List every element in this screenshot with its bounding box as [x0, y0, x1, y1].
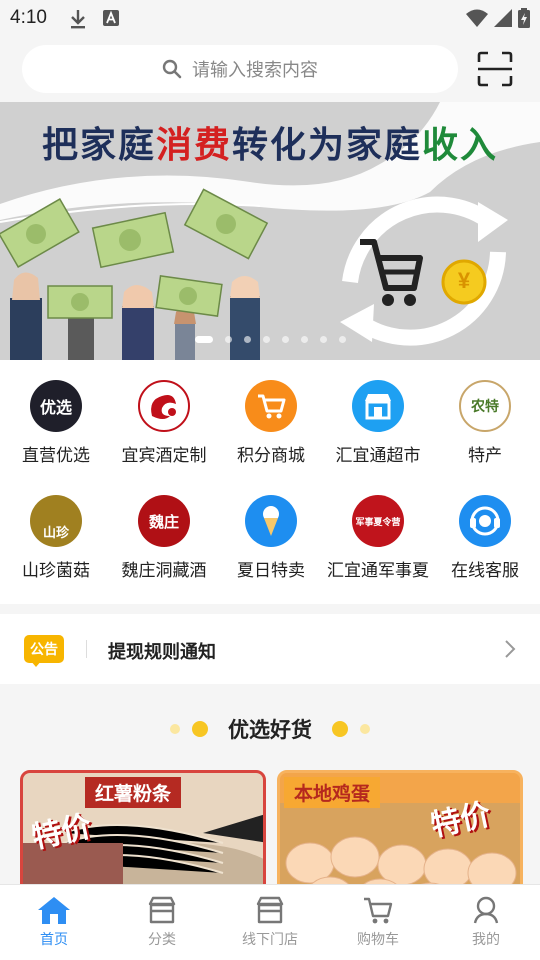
search-placeholder: 请输入搜索内容: [192, 60, 318, 80]
carousel-dot-active[interactable]: [194, 336, 213, 343]
cart-icon: [364, 897, 393, 924]
signal-icon: [494, 9, 512, 27]
category-weizhuang-wine[interactable]: 魏庄 魏庄洞藏酒: [110, 495, 218, 581]
category-label: 特产: [468, 446, 502, 465]
category-label: 山珍菌菇: [22, 561, 90, 580]
category-mushroom[interactable]: 山珍 山珍菌菇: [2, 495, 110, 581]
carousel-dot[interactable]: [262, 336, 270, 343]
category-label: 夏日特卖: [237, 561, 305, 580]
category-customer-service[interactable]: 在线客服: [431, 495, 539, 581]
status-time: 4:10: [10, 7, 47, 28]
section-header: 优选好货: [0, 712, 540, 746]
notification-a-icon: [103, 10, 119, 26]
download-icon: [71, 10, 85, 29]
notice-bar[interactable]: 公告 提现规则通知: [0, 614, 540, 684]
profile-icon: [473, 896, 499, 924]
tab-label: 我的: [472, 931, 500, 947]
category-label: 汇宜通超市: [335, 446, 421, 465]
tab-label: 分类: [148, 931, 176, 947]
wifi-icon: [466, 9, 488, 27]
wine-icon: [138, 380, 190, 432]
mushroom-icon: 山珍: [30, 495, 82, 547]
banner-carousel[interactable]: ¥ 把家庭消费转化为家庭收入: [0, 102, 540, 360]
system-icons: [466, 7, 530, 29]
category-specialty[interactable]: 农特 特产: [431, 380, 539, 466]
bottom-tab-bar: 首页 分类 线下门店 购物车 我的: [0, 884, 540, 960]
search-input[interactable]: 请输入搜索内容: [22, 45, 458, 93]
tab-offline-store[interactable]: 线下门店: [216, 885, 324, 960]
specialty-icon: 农特: [459, 380, 511, 432]
product-tag: 本地鸡蛋: [284, 777, 381, 808]
carousel-indicator: [0, 336, 540, 343]
store-icon: [256, 896, 284, 924]
supermarket-icon: [352, 380, 404, 432]
headset-icon: [459, 495, 511, 547]
carousel-dot[interactable]: [281, 336, 289, 343]
carousel-dot[interactable]: [319, 336, 327, 343]
military-camp-icon: 军事夏令营: [352, 495, 404, 547]
decor-dot: [192, 721, 208, 737]
decor-dot: [360, 724, 370, 734]
category-label: 直营优选: [22, 446, 90, 465]
category-points-mall[interactable]: 积分商城: [217, 380, 325, 466]
category-label: 宜宾酒定制: [121, 446, 207, 465]
category-icon: [148, 896, 176, 924]
decor-dot: [332, 721, 348, 737]
carousel-dot[interactable]: [338, 336, 346, 343]
tab-label: 线下门店: [242, 931, 298, 947]
banner-title-part: 转化为家庭: [232, 124, 423, 166]
category-yibin-wine[interactable]: 宜宾酒定制: [110, 380, 218, 466]
tab-cart[interactable]: 购物车: [324, 885, 432, 960]
category-direct-select[interactable]: 优选 直营优选: [2, 380, 110, 466]
banner-title-part-highlight: 消费: [155, 124, 232, 166]
status-bar: 4:10: [0, 0, 540, 38]
category-label: 汇宜通军事夏: [327, 561, 429, 580]
notice-badge-tail: [30, 660, 42, 667]
home-icon: [38, 897, 70, 924]
section-title: 优选好货: [228, 719, 312, 742]
category-label: 积分商城: [237, 446, 305, 465]
scan-icon[interactable]: [477, 51, 513, 87]
ice-cream-icon: [245, 495, 297, 547]
chevron-right-icon: [505, 640, 516, 658]
points-mall-icon: [245, 380, 297, 432]
carousel-dot[interactable]: [224, 336, 232, 343]
direct-select-icon: 优选: [30, 380, 82, 432]
decor-dot: [170, 724, 180, 734]
divider: [86, 640, 87, 658]
carousel-dot[interactable]: [243, 336, 251, 343]
tab-label: 购物车: [357, 931, 399, 947]
tab-label: 首页: [40, 931, 68, 947]
banner-title: 把家庭消费转化为家庭收入: [0, 116, 540, 168]
tab-profile[interactable]: 我的: [432, 885, 540, 960]
search-icon: [162, 59, 182, 79]
category-summer-sale[interactable]: 夏日特卖: [217, 495, 325, 581]
coin-icon: ¥: [457, 268, 471, 293]
category-supermarket[interactable]: 汇宜通超市: [324, 380, 432, 466]
banner-title-part: 把家庭: [41, 124, 156, 166]
product-tag: 红薯粉条: [85, 777, 182, 808]
notice-badge: 公告: [24, 635, 64, 663]
battery-icon: [518, 8, 530, 28]
tab-category[interactable]: 分类: [108, 885, 216, 960]
carousel-dot[interactable]: [300, 336, 308, 343]
category-label: 魏庄洞藏酒: [121, 561, 207, 580]
category-military-camp[interactable]: 军事夏令营 汇宜通军事夏: [324, 495, 432, 581]
category-label: 在线客服: [451, 561, 519, 580]
category-grid: 优选 直营优选 宜宾酒定制 积分商城 汇宜通超市 农特 特产 山珍 山珍菌菇 魏…: [0, 360, 540, 604]
banner-title-part-income: 收入: [422, 124, 499, 166]
notice-text: 提现规则通知: [108, 642, 216, 662]
weizhuang-icon: 魏庄: [138, 495, 190, 547]
tab-home[interactable]: 首页: [0, 885, 108, 960]
